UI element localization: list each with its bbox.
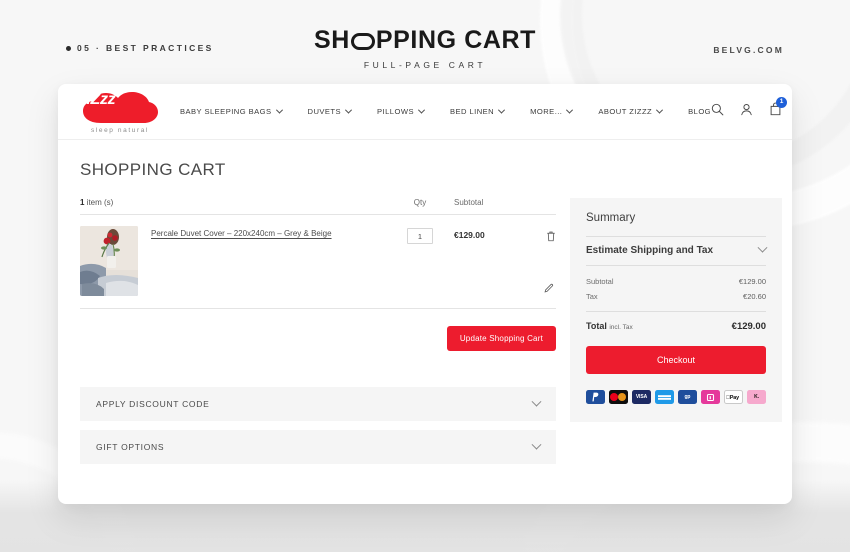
- nav-label: MORE...: [530, 107, 563, 116]
- nav-label: BLOG: [688, 107, 712, 116]
- paypal-icon: [586, 390, 605, 404]
- nav-item-bed-linen[interactable]: BED LINEN: [449, 106, 506, 116]
- chevron-down-icon: [275, 106, 283, 114]
- grand-total-label-main: Total: [586, 321, 607, 331]
- nav-item-duvets[interactable]: DUVETS: [307, 106, 353, 116]
- summary-panel: Summary Estimate Shipping and Tax Subtot…: [570, 198, 782, 422]
- mc-right-circle: [618, 393, 627, 401]
- page-body: SHOPPING CART 1 item (s) Qty Subtotal Pe…: [58, 140, 792, 473]
- account-icon[interactable]: [740, 103, 753, 121]
- item-count-label: item (s): [84, 198, 114, 207]
- line-value: €129.00: [738, 277, 766, 286]
- line-label: Tax: [586, 292, 598, 301]
- nav-item-blog[interactable]: BLOG: [688, 107, 711, 116]
- pencil-icon[interactable]: [544, 280, 554, 298]
- nav-item-baby-sleeping-bags[interactable]: BABY SLEEPING BAGS: [180, 106, 283, 116]
- slide-header: 05 · BEST PRACTICES SH PPING CART FULL-PA…: [0, 0, 850, 80]
- nav-label: BABY SLEEPING BAGS: [180, 107, 272, 116]
- content-row: 1 item (s) Qty Subtotal Percale Duvet Co…: [80, 198, 782, 473]
- grand-total-label: Total incl. Tax: [586, 321, 633, 331]
- product-cell: Percale Duvet Cover – 220x240cm – Grey &…: [80, 226, 392, 308]
- estimate-shipping-and-tax-toggle[interactable]: Estimate Shipping and Tax: [586, 236, 768, 266]
- accordion-label: APPLY DISCOUNT CODE: [96, 399, 210, 409]
- grand-total-label-note: incl. Tax: [609, 324, 633, 331]
- chevron-down-icon: [417, 106, 426, 114]
- qty-input[interactable]: [407, 228, 433, 244]
- amex-icon: [654, 390, 674, 404]
- nav-item-pillows[interactable]: PILLOWS: [377, 106, 426, 116]
- slide-title-part1: SH: [313, 26, 350, 54]
- line-value: €20.60: [743, 292, 766, 301]
- grand-total-row: Total incl. Tax €129.00: [586, 311, 766, 332]
- logo-tagline: sleep natural: [90, 126, 150, 134]
- nav-label: BED LINEN: [449, 107, 495, 116]
- cart-column: 1 item (s) Qty Subtotal Percale Duvet Co…: [80, 198, 556, 473]
- logo-wordmark: ziZzz: [78, 90, 116, 108]
- visa-icon: VISA: [631, 390, 651, 404]
- chevron-down-icon: [531, 439, 542, 450]
- chevron-down-icon: [345, 106, 353, 114]
- update-row: Update Shopping Cart: [80, 326, 556, 351]
- checkout-button[interactable]: Checkout: [586, 346, 766, 374]
- search-icon[interactable]: [711, 103, 724, 121]
- header-icons: 1: [711, 97, 788, 121]
- o-ring-glyph: [350, 33, 375, 50]
- nav-label: DUVETS: [307, 107, 342, 116]
- chevron-down-icon: [566, 106, 574, 114]
- grand-total-value: €129.00: [731, 321, 766, 332]
- row-actions: [526, 226, 556, 247]
- payment-methods: VISA gp Pay K.: [586, 390, 766, 404]
- column-header-subtotal: Subtotal: [454, 198, 484, 207]
- site-logo[interactable]: ziZzz sleep natural: [74, 91, 166, 134]
- slide-title: SH PPING CART: [314, 28, 536, 53]
- page-title: SHOPPING CART: [80, 160, 226, 179]
- summary-column: Summary Estimate Shipping and Tax Subtot…: [570, 198, 782, 422]
- mastercard-circles: [610, 392, 627, 402]
- nav-label: PILLOWS: [377, 107, 414, 116]
- chevron-down-icon: [498, 106, 506, 114]
- line-label: Subtotal: [586, 277, 614, 286]
- cart-table-header: 1 item (s) Qty Subtotal: [80, 198, 556, 215]
- trash-icon[interactable]: [546, 229, 556, 247]
- estimate-label: Estimate Shipping and Tax: [586, 245, 714, 256]
- main-nav: BABY SLEEPING BAGS DUVETS PILLOWS BED LI…: [166, 106, 711, 116]
- chevron-down-icon: [531, 396, 542, 407]
- ideal-icon: [700, 390, 720, 404]
- nav-label: ABOUT ZIZZZ: [598, 107, 653, 116]
- site-header: ziZzz sleep natural BABY SLEEPING BAGS D…: [58, 84, 792, 140]
- product-thumbnail[interactable]: [80, 226, 138, 296]
- nav-item-more[interactable]: MORE...: [530, 106, 574, 116]
- qty-cell: [392, 226, 448, 244]
- svg-text:Pay: Pay: [726, 395, 739, 401]
- slide-brand: BELVG.COM: [713, 45, 784, 55]
- nav-item-about-zizzz[interactable]: ABOUT ZIZZZ: [598, 106, 664, 116]
- row-subtotal: €129.00: [454, 230, 485, 240]
- cart-count-badge: 1: [776, 97, 788, 108]
- cart-icon[interactable]: 1: [769, 97, 788, 121]
- column-header-qty: Qty: [413, 198, 427, 207]
- giropay-icon: gp: [677, 390, 697, 404]
- item-count: 1 item (s): [80, 198, 392, 207]
- accordion-label: GIFT OPTIONS: [96, 442, 165, 452]
- product-name-link[interactable]: Percale Duvet Cover – 220x240cm – Grey &…: [151, 226, 332, 296]
- slide-title-part2: PPING CART: [375, 26, 537, 54]
- mc-left-circle: [610, 393, 619, 401]
- browser-card: ziZzz sleep natural BABY SLEEPING BAGS D…: [58, 84, 792, 504]
- slide-subtitle: FULL-PAGE CART: [363, 60, 487, 70]
- applepay-icon: Pay: [723, 390, 743, 404]
- summary-title: Summary: [586, 212, 636, 224]
- accordion-gift-options[interactable]: GIFT OPTIONS: [80, 430, 556, 464]
- edit-action: [544, 280, 554, 298]
- total-line-subtotal: Subtotal €129.00: [586, 274, 766, 289]
- cart-row: Percale Duvet Cover – 220x240cm – Grey &…: [80, 215, 556, 309]
- total-line-tax: Tax €20.60: [586, 289, 766, 304]
- chevron-down-icon: [757, 242, 768, 253]
- chevron-down-icon: [656, 106, 664, 114]
- totals-list: Subtotal €129.00 Tax €20.60 Total incl. …: [586, 266, 766, 332]
- accordion-apply-discount-code[interactable]: APPLY DISCOUNT CODE: [80, 387, 556, 421]
- klarna-icon: K.: [747, 390, 766, 404]
- accordion-list: APPLY DISCOUNT CODE GIFT OPTIONS: [80, 387, 556, 464]
- mastercard-icon: [608, 390, 628, 404]
- update-shopping-cart-button[interactable]: Update Shopping Cart: [446, 326, 556, 351]
